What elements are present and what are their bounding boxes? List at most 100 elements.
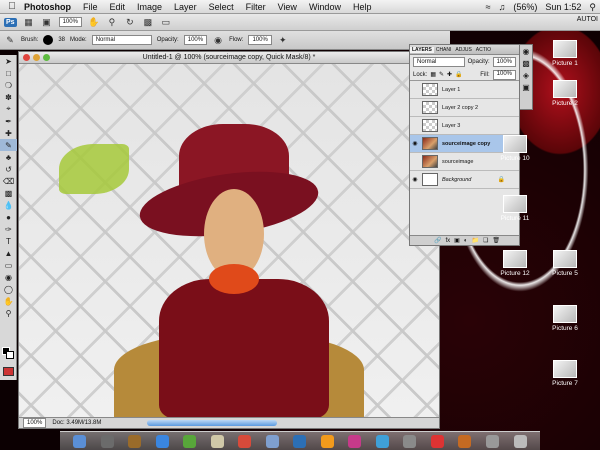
opacity-input[interactable]: 100% [183, 35, 208, 45]
system-preferences-icon[interactable] [403, 434, 417, 448]
healing-brush-tool-icon[interactable]: ✚ [0, 127, 17, 139]
background-color-swatch[interactable] [6, 351, 14, 359]
desktop-icon[interactable]: Picture 10 [495, 135, 535, 162]
address-book-icon[interactable] [210, 434, 224, 448]
menu-window[interactable]: Window [309, 2, 341, 12]
menu-file[interactable]: File [83, 2, 98, 12]
screen-mode-icon[interactable]: ▭ [160, 17, 172, 27]
styles-panel-icon[interactable]: ◈ [520, 69, 532, 81]
itunes-icon[interactable] [375, 434, 389, 448]
preview-icon[interactable] [265, 434, 279, 448]
apple-icon[interactable]:  [6, 1, 18, 12]
wifi-icon[interactable]: ≈ [486, 2, 491, 12]
desktop-icon[interactable]: Picture 12 [495, 250, 535, 277]
zoom-tool-icon[interactable]: ⚲ [0, 307, 17, 319]
lock-pixels-icon[interactable]: ✎ [439, 71, 444, 78]
pen-tool-icon[interactable]: ✑ [0, 223, 17, 235]
layer-opacity-input[interactable]: 100% [492, 57, 516, 67]
layer-row[interactable]: ◉ Background 🔒 [410, 171, 519, 189]
ichat-icon[interactable] [183, 434, 197, 448]
acrobat-icon[interactable] [430, 434, 444, 448]
lock-all-icon[interactable]: 🔒 [455, 71, 462, 78]
bridge-icon[interactable]: ▦ [23, 17, 35, 27]
desktop-icon[interactable]: Picture 11 [495, 195, 535, 222]
lock-position-icon[interactable]: ✚ [447, 71, 452, 78]
battery-status[interactable]: (56%) [513, 2, 537, 12]
3d-rotate-tool-icon[interactable]: ◉ [0, 271, 17, 283]
eyedropper-tool-icon[interactable]: ✒ [0, 115, 17, 127]
tab-channels[interactable]: CHANI [434, 47, 454, 53]
desktop-icon[interactable]: Picture 7 [535, 360, 595, 387]
hand-tool-icon[interactable]: ✋ [88, 17, 100, 27]
photoshop-dock-icon[interactable] [293, 434, 307, 448]
mail-icon[interactable] [128, 434, 142, 448]
desktop-icon[interactable]: Picture 1 [535, 40, 595, 67]
indesign-dock-icon[interactable] [348, 434, 362, 448]
menu-edit[interactable]: Edit [110, 2, 126, 12]
workspace-switcher[interactable]: AUTOI [577, 16, 598, 23]
flow-input[interactable]: 100% [248, 35, 272, 45]
shape-tool-icon[interactable]: ▭ [0, 259, 17, 271]
menu-view[interactable]: View [278, 2, 297, 12]
color-panel-icon[interactable]: ◉ [520, 45, 532, 57]
quick-select-tool-icon[interactable]: ✽ [0, 91, 17, 103]
layer-row[interactable]: Layer 1 [410, 81, 519, 99]
status-zoom[interactable]: 100% [23, 418, 47, 428]
illustrator-dock-icon[interactable] [320, 434, 334, 448]
menu-image[interactable]: Image [137, 2, 162, 12]
minimize-button[interactable] [33, 54, 40, 61]
spotlight-icon[interactable]: ⚲ [589, 2, 596, 13]
document-titlebar[interactable]: Untitled-1 @ 100% (sourceimage copy, Qui… [19, 52, 439, 64]
dashboard-icon[interactable] [100, 434, 114, 448]
arrange-documents-icon[interactable]: ▩ [142, 17, 154, 27]
swatches-panel-icon[interactable]: ▩ [520, 57, 532, 69]
crop-tool-icon[interactable]: ⌖ [0, 103, 17, 115]
add-mask-icon[interactable]: ▣ [454, 237, 460, 244]
blur-tool-icon[interactable]: 💧 [0, 199, 17, 211]
menu-help[interactable]: Help [353, 2, 372, 12]
path-selection-tool-icon[interactable]: ▲ [0, 247, 17, 259]
adjustment-layer-icon[interactable]: ◐ [464, 238, 468, 244]
brush-tool-icon[interactable]: ✎ [0, 139, 17, 151]
menu-filter[interactable]: Filter [246, 2, 266, 12]
zoom-button[interactable] [43, 54, 50, 61]
menu-layer[interactable]: Layer [174, 2, 197, 12]
masks-panel-icon[interactable]: ▣ [520, 81, 532, 93]
link-layers-icon[interactable]: 🔗 [434, 237, 441, 244]
desktop-icon[interactable]: Picture 2 [535, 80, 595, 107]
downloads-stack-icon[interactable] [485, 434, 499, 448]
bridge-dock-icon[interactable] [458, 434, 472, 448]
horizontal-scrollbar[interactable] [147, 420, 278, 426]
tab-layers[interactable]: LAYERS [410, 46, 434, 53]
clock[interactable]: Sun 1:52 [545, 2, 581, 12]
layer-style-icon[interactable]: fx [445, 238, 450, 244]
menu-app-name[interactable]: Photoshop [24, 2, 71, 12]
brush-preview-icon[interactable] [43, 35, 54, 45]
rotate-view-icon[interactable]: ↻ [124, 17, 136, 27]
trash-icon[interactable]: 🗑 [492, 237, 500, 244]
blend-mode-select[interactable]: Normal [413, 57, 465, 67]
trash-dock-icon[interactable] [513, 434, 527, 448]
zoom-select[interactable]: 100% [58, 17, 82, 27]
zoom-tool-icon[interactable]: ⚲ [106, 17, 118, 27]
eye-icon[interactable]: ◉ [410, 140, 420, 147]
history-brush-tool-icon[interactable]: ↺ [0, 163, 17, 175]
desktop-icon[interactable]: Picture 5 [535, 250, 595, 277]
mode-select[interactable]: Normal [91, 35, 152, 45]
lasso-tool-icon[interactable]: ❍ [0, 79, 17, 91]
ical-icon[interactable] [238, 434, 252, 448]
layer-row[interactable]: Layer 3 [410, 117, 519, 135]
move-tool-icon[interactable]: ➤ [0, 55, 17, 67]
layer-row[interactable]: Layer 2 copy 2 [410, 99, 519, 117]
finder-icon[interactable] [73, 434, 87, 448]
close-button[interactable] [23, 54, 30, 61]
marquee-tool-icon[interactable]: □ [0, 67, 17, 79]
lock-transparency-icon[interactable]: ▦ [430, 71, 436, 78]
fill-input[interactable]: 100% [492, 69, 516, 80]
desktop-icon[interactable]: Picture 6 [535, 305, 595, 332]
volume-icon[interactable]: ♫ [499, 2, 506, 12]
eye-icon[interactable]: ◉ [410, 176, 420, 183]
tablet-opacity-icon[interactable]: ◉ [212, 35, 224, 45]
safari-icon[interactable] [155, 434, 169, 448]
type-tool-icon[interactable]: T [0, 235, 17, 247]
